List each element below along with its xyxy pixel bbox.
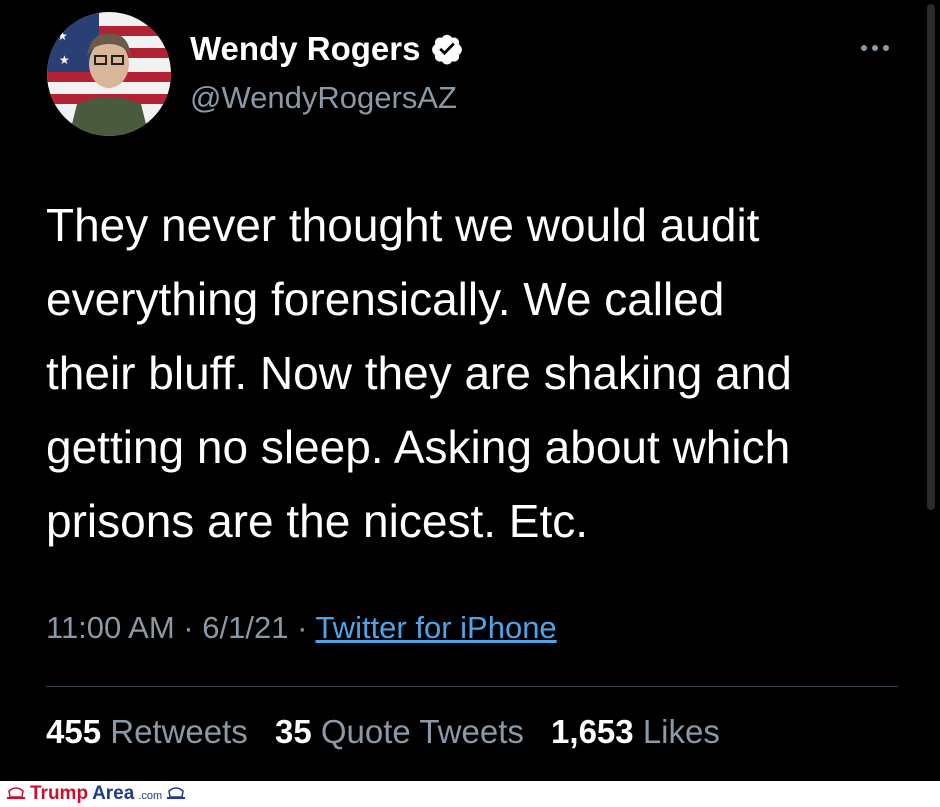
display-name[interactable]: Wendy Rogers xyxy=(190,30,420,68)
tweet-card: ★ ★ Wendy Rogers @WendyRogersAZ They nev… xyxy=(0,0,940,781)
retweets-label: Retweets xyxy=(110,713,248,750)
tweet-source-link[interactable]: Twitter for iPhone xyxy=(315,610,556,645)
tweet-date[interactable]: 6/1/21 xyxy=(202,610,288,645)
svg-text:★: ★ xyxy=(57,29,68,43)
author-name-row[interactable]: Wendy Rogers xyxy=(190,30,464,68)
quote-tweets-count: 35 xyxy=(274,713,312,750)
verified-badge-icon xyxy=(432,34,463,65)
user-handle[interactable]: @WendyRogersAZ xyxy=(190,80,457,116)
brand-name-part1: Trump xyxy=(30,783,89,804)
divider xyxy=(46,686,898,687)
likes-count: 1,653 xyxy=(551,713,634,750)
brand-domain: .com xyxy=(138,790,163,802)
retweets-count: 455 xyxy=(46,713,102,750)
tweet-meta: 11:00 AM · 6/1/21 · Twitter for iPhone xyxy=(46,610,557,646)
likes-stat[interactable]: 1,653 Likes xyxy=(551,713,720,750)
tweet-time: 11:00 AM xyxy=(46,610,175,645)
retweets-stat[interactable]: 455 Retweets xyxy=(46,713,248,750)
svg-text:★: ★ xyxy=(59,53,70,67)
likes-label: Likes xyxy=(642,713,720,750)
meta-separator: · xyxy=(288,610,316,645)
scrollbar[interactable] xyxy=(927,4,935,510)
tweet-text: They never thought we would audit everyt… xyxy=(46,199,792,547)
watermark-footer: Trump Area .com xyxy=(0,781,940,807)
hat-icon xyxy=(7,787,25,799)
hat-icon xyxy=(167,787,186,799)
more-options-icon[interactable] xyxy=(858,38,892,58)
avatar[interactable]: ★ ★ xyxy=(47,12,171,136)
brand-name-part2: Area xyxy=(92,783,135,804)
tweet-stats: 455 Retweets 35 Quote Tweets 1,653 Likes xyxy=(46,713,738,751)
quote-tweets-stat[interactable]: 35 Quote Tweets xyxy=(275,713,524,750)
meta-separator: · xyxy=(174,610,203,645)
quote-tweets-label: Quote Tweets xyxy=(320,713,524,750)
